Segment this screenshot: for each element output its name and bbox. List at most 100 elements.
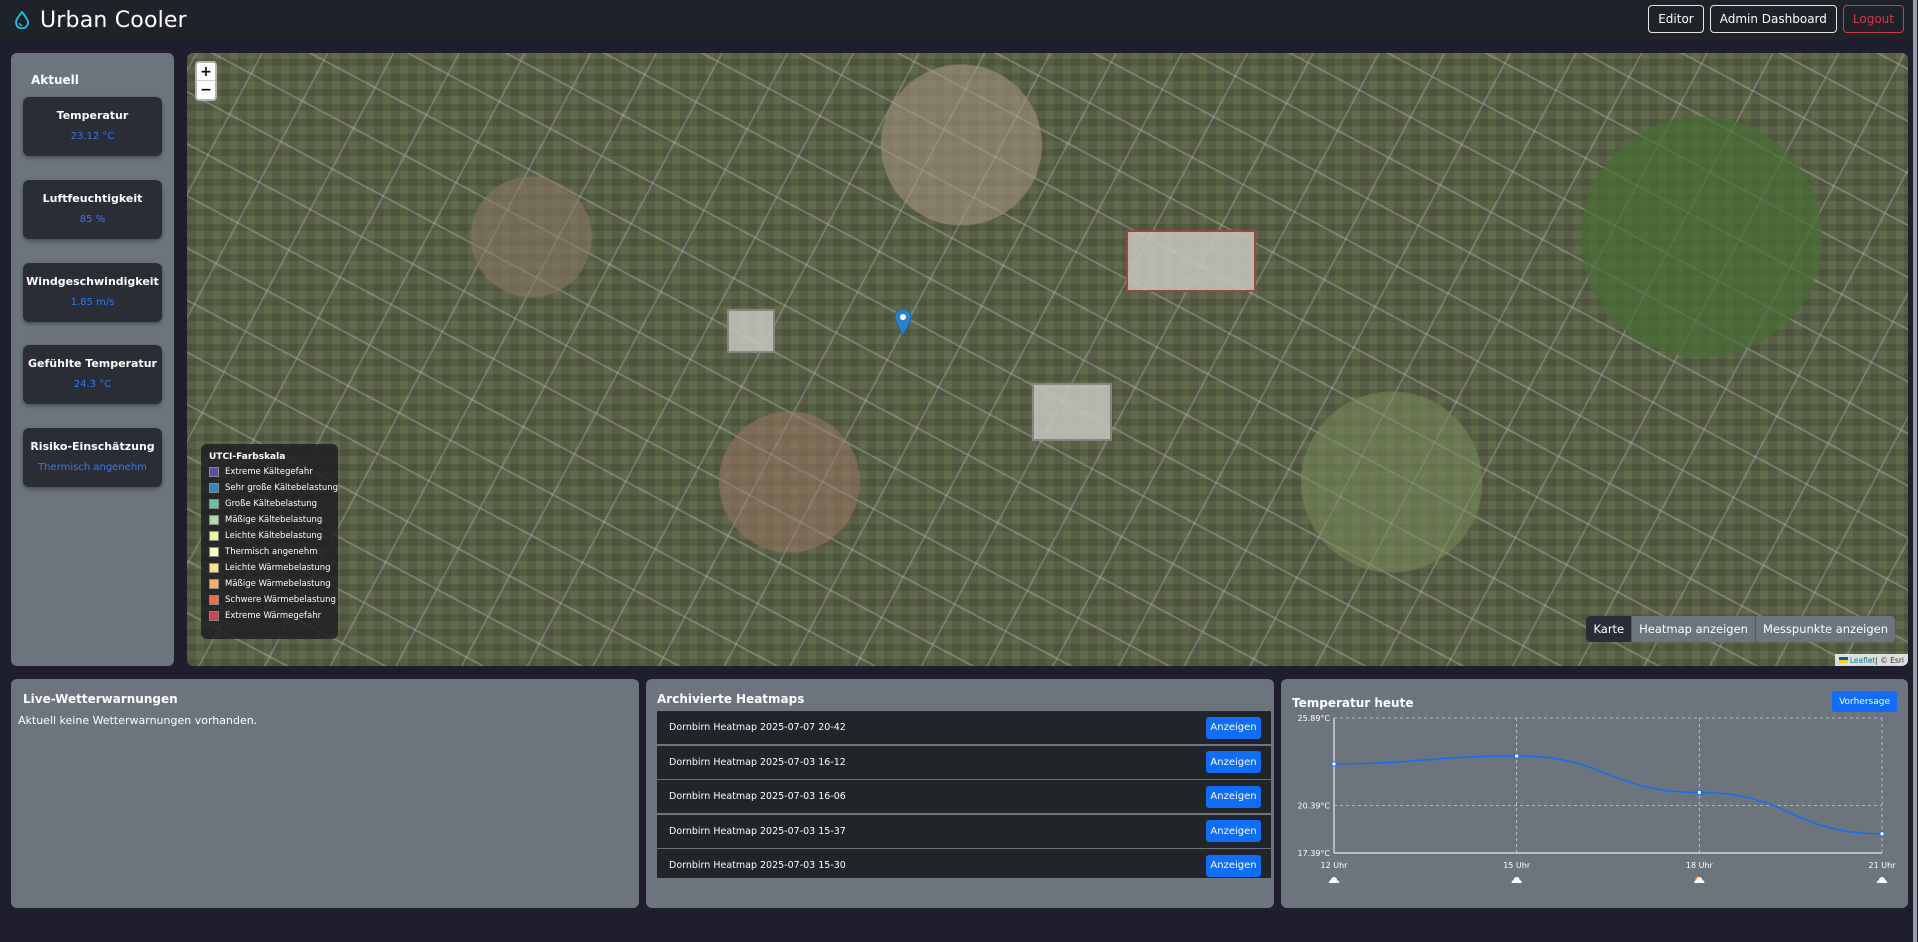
metric-card-temperature: Temperatur 23.12 °C	[23, 97, 162, 156]
legend-label: Extreme Kältegefahr	[225, 467, 313, 477]
heatmap-row: Dornbirn Heatmap 2025-07-03 15-37 Anzeig…	[657, 814, 1271, 849]
x-tick-label: 12 Uhr	[1321, 861, 1349, 870]
temperature-today-panel: Temperatur heute Vorhersage 25.89°C 20.39…	[1281, 679, 1908, 908]
metric-value: 23.12 °C	[70, 131, 115, 142]
legend-swatch	[209, 611, 219, 621]
legend-swatch	[209, 515, 219, 525]
show-heatmap-button[interactable]: Anzeigen	[1206, 854, 1261, 877]
legend-label: Mäßige Wärmebelastung	[225, 579, 331, 589]
legend-item: Sehr große Kältebelastung	[209, 483, 338, 493]
show-heatmap-button[interactable]: Anzeigen	[1206, 751, 1261, 773]
temperature-point	[1513, 753, 1520, 759]
droplet-icon	[15, 11, 29, 29]
map-marker-icon[interactable]	[895, 309, 911, 335]
map-building	[727, 309, 775, 353]
x-tick-label: 21 Uhr	[1869, 861, 1897, 870]
metric-card-felt-temperature: Gefühlte Temperatur 24.3 °C	[23, 345, 162, 404]
logout-button[interactable]: Logout	[1842, 5, 1904, 33]
heatmap-row: Dornbirn Heatmap 2025-07-03 15-30 Anzeig…	[657, 849, 1271, 878]
legend-swatch	[209, 467, 219, 477]
metric-label: Gefühlte Temperatur	[28, 357, 157, 370]
zoom-out-button[interactable]: −	[197, 81, 215, 99]
warnings-text: Aktuell keine Wetterwarnungen vorhanden.	[18, 714, 258, 727]
temperature-point	[1879, 831, 1885, 837]
heatmap-list[interactable]: Dornbirn Heatmap 2025-07-07 20-42 Anzeig…	[657, 711, 1271, 878]
leaflet-link[interactable]: Leaflet	[1850, 656, 1876, 665]
legend-swatch	[209, 563, 219, 573]
metric-card-risk: Risiko-Einschätzung Thermisch angenehm	[23, 428, 162, 487]
page-scrollbar[interactable]	[1913, 0, 1917, 942]
legend-label: Sehr große Kältebelastung	[225, 483, 339, 493]
nav-actions: Editor Admin Dashboard Logout	[1648, 5, 1904, 33]
metric-label: Windgeschwindigkeit	[26, 275, 159, 288]
legend-item: Thermisch angenehm	[209, 547, 318, 557]
legend-label: Thermisch angenehm	[225, 547, 318, 557]
heatmap-name: Dornbirn Heatmap 2025-07-07 20-42	[669, 722, 846, 733]
current-conditions-sidebar: Aktuell Temperatur 23.12 °C Luftfeuchtig…	[11, 53, 174, 666]
legend-swatch	[209, 547, 219, 557]
legend-item: Leichte Kältebelastung	[209, 531, 322, 541]
heatmap-row: Dornbirn Heatmap 2025-07-03 16-06 Anzeig…	[657, 780, 1271, 814]
cloud-icon	[1511, 877, 1522, 883]
map-attribution: Leaflet | © Esri	[1834, 654, 1908, 666]
app-title: Urban Cooler	[40, 7, 187, 33]
editor-button[interactable]: Editor	[1648, 5, 1704, 33]
metric-label: Luftfeuchtigkeit	[42, 192, 143, 205]
map-layer-switch: Karte Heatmap anzeigen Messpunkte anzeig…	[1586, 616, 1895, 642]
legend-swatch	[209, 531, 219, 541]
legend-label: Mäßige Kältebelastung	[225, 515, 323, 525]
y-tick-label: 20.39°C	[1298, 801, 1331, 810]
measurement-points-button[interactable]: Messpunkte anzeigen	[1754, 616, 1895, 642]
heatmap-name: Dornbirn Heatmap 2025-07-03 16-06	[669, 791, 846, 802]
brand[interactable]: Urban Cooler	[14, 8, 187, 33]
metric-card-wind: Windgeschwindigkeit 1.85 m/s	[23, 263, 162, 322]
temperature-chart: 25.89°C 20.39°C 17.39°C 12 Uhr 15 Uhr 18 Uhr 2…	[1298, 714, 1897, 883]
temperature-point	[1331, 761, 1337, 767]
legend-swatch	[209, 483, 219, 493]
show-heatmap-button[interactable]: Anzeigen	[1206, 716, 1261, 739]
top-navbar: Urban Cooler Editor Admin Dashboard Logo…	[0, 0, 1918, 40]
legend-label: Große Kältebelastung	[225, 499, 318, 509]
metric-value: 24.3 °C	[73, 379, 112, 390]
satellite-map[interactable]: + − UTCI-Farbskala Extreme Kältegefahr S…	[187, 53, 1908, 666]
flag-icon	[1838, 657, 1848, 663]
legend-title: UTCI-Farbskala	[209, 452, 286, 462]
metric-value: Thermisch angenehm	[38, 462, 147, 473]
heatmap-row: Dornbirn Heatmap 2025-07-03 16-12 Anzeig…	[657, 745, 1271, 780]
show-heatmap-button[interactable]: Anzeigen	[1206, 785, 1261, 808]
metric-label: Temperatur	[56, 109, 129, 122]
heatmap-name: Dornbirn Heatmap 2025-07-03 15-30	[669, 860, 846, 871]
heatmap-row: Dornbirn Heatmap 2025-07-07 20-42 Anzeig…	[657, 711, 1271, 745]
metric-label: Risiko-Einschätzung	[30, 440, 155, 453]
metric-card-humidity: Luftfeuchtigkeit 85 %	[23, 180, 162, 239]
admin-dashboard-button[interactable]: Admin Dashboard	[1709, 5, 1837, 33]
legend-item: Extreme Kältegefahr	[209, 467, 313, 477]
map-layer-button[interactable]: Karte	[1586, 616, 1632, 642]
show-heatmap-button[interactable]: Anzeigen	[1206, 820, 1261, 842]
heatmap-name: Dornbirn Heatmap 2025-07-03 15-37	[669, 825, 846, 837]
heatmap-layer-button[interactable]: Heatmap anzeigen	[1631, 616, 1755, 642]
warnings-title: Live-Wetterwarnungen	[23, 692, 178, 706]
legend-label: Leichte Kältebelastung	[225, 531, 323, 541]
legend-label: Leichte Wärmebelastung	[225, 563, 331, 573]
legend-item: Schwere Wärmebelastung	[209, 595, 336, 605]
legend-item: Mäßige Wärmebelastung	[209, 579, 331, 589]
metric-value: 85 %	[79, 214, 106, 225]
archive-title: Archivierte Heatmaps	[657, 692, 805, 706]
temperature-series-line	[1333, 755, 1883, 835]
attribution-text: | © Esri	[1875, 655, 1904, 665]
cloud-sun-icon	[1694, 876, 1705, 883]
x-tick-label: 15 Uhr	[1503, 861, 1531, 870]
legend-item: Extreme Wärmegefahr	[209, 611, 321, 621]
x-tick-label: 18 Uhr	[1686, 861, 1714, 870]
weather-warnings-panel: Live-Wetterwarnungen Aktuell keine Wette…	[11, 679, 639, 908]
legend-swatch	[209, 579, 219, 589]
zoom-in-button[interactable]: +	[197, 63, 215, 81]
legend-swatch	[209, 595, 219, 605]
utci-legend: UTCI-Farbskala Extreme Kältegefahr Sehr …	[201, 444, 338, 639]
legend-label: Schwere Wärmebelastung	[225, 595, 336, 605]
legend-label: Extreme Wärmegefahr	[225, 611, 322, 621]
legend-item: Große Kältebelastung	[209, 499, 317, 509]
y-tick-label: 17.39°C	[1298, 849, 1331, 858]
legend-swatch	[209, 499, 219, 509]
